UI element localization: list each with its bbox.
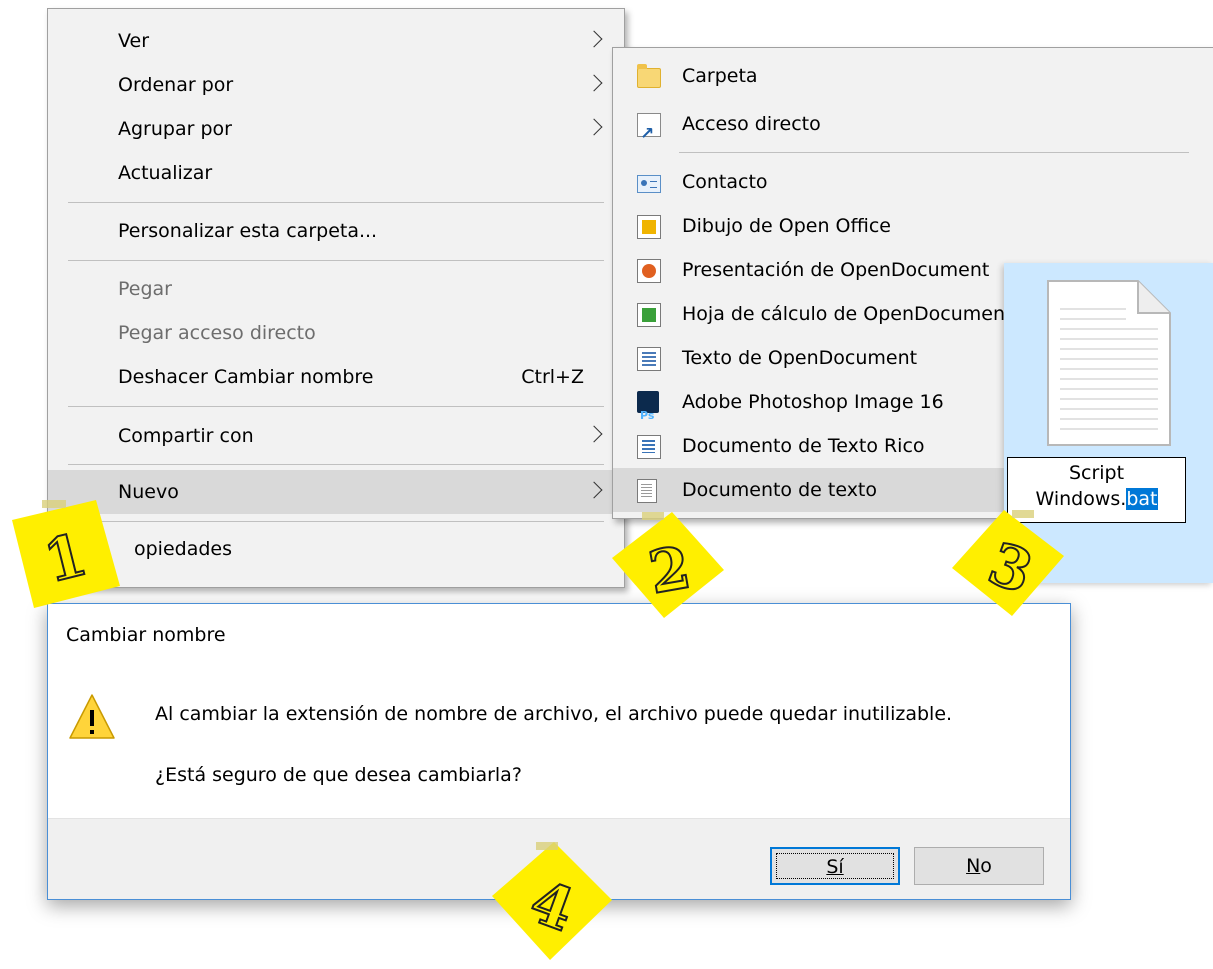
menu-item-label: Personalizar esta carpeta...: [118, 220, 378, 242]
menu-item-label: Ver: [118, 30, 150, 52]
menu-separator: [68, 464, 604, 465]
menu-item-deshacer-cambiar-nombre[interactable]: Deshacer Cambiar nombre Ctrl+Z: [48, 355, 624, 399]
no-button-label: No: [966, 855, 992, 877]
menu-item-pegar: Pegar: [48, 267, 624, 311]
submenu-item-label: Acceso directo: [682, 113, 821, 135]
dialog-message: Al cambiar la extensión de nombre de arc…: [155, 703, 953, 725]
warning-icon: [69, 694, 115, 739]
submenu-item-dibujo-open-office[interactable]: Dibujo de Open Office: [613, 204, 1213, 248]
menu-item-label: opiedades: [134, 538, 233, 560]
menu-separator: [68, 406, 604, 407]
menu-item-ver[interactable]: Ver: [48, 19, 624, 63]
chevron-right-icon: [585, 30, 603, 48]
text-file-icon: [1047, 280, 1171, 446]
dialog-question: ¿Está seguro de que desea cambiarla?: [155, 764, 522, 786]
submenu-item-acceso-directo[interactable]: Acceso directo: [613, 102, 1213, 156]
opendocument-presentation-icon: [637, 259, 661, 283]
menu-item-actualizar[interactable]: Actualizar: [48, 151, 624, 195]
submenu-item-label: Hoja de cálculo de OpenDocument: [682, 303, 1013, 325]
contact-icon: [637, 175, 661, 193]
step-note-1: 1: [8, 500, 120, 608]
photoshop-icon: [637, 391, 659, 438]
submenu-item-label: Documento de texto: [682, 479, 878, 501]
submenu-item-label: Adobe Photoshop Image 16: [682, 391, 944, 413]
menu-item-nuevo[interactable]: Nuevo: [48, 470, 624, 514]
context-menu: Ver Ordenar por Agrupar por Actualizar P…: [47, 8, 625, 588]
menu-item-pegar-acceso-directo: Pegar acceso directo: [48, 311, 624, 355]
submenu-item-label: Texto de OpenDocument: [682, 347, 918, 369]
step-note-3: 3: [952, 510, 1064, 616]
step-note-4: 4: [492, 842, 612, 960]
menu-item-label: Deshacer Cambiar nombre: [118, 366, 374, 388]
no-button[interactable]: No: [914, 847, 1044, 885]
menu-item-label: Pegar acceso directo: [118, 322, 316, 344]
submenu-item-label: Carpeta: [682, 65, 758, 87]
filename-extension-selected: bat: [1126, 488, 1158, 510]
chevron-right-icon: [585, 118, 603, 136]
chevron-right-icon: [585, 74, 603, 92]
menu-item-label: Actualizar: [118, 162, 213, 184]
menu-item-shortcut: Ctrl+Z: [521, 366, 584, 388]
menu-item-label: Agrupar por: [118, 118, 232, 140]
submenu-item-label: Documento de Texto Rico: [682, 435, 925, 457]
focus-outline: Sí: [776, 853, 894, 879]
filename-base: Windows.: [1035, 488, 1127, 510]
menu-item-agrupar-por[interactable]: Agrupar por: [48, 107, 624, 151]
menu-separator: [68, 260, 604, 261]
submenu-item-label: Dibujo de Open Office: [682, 215, 891, 237]
submenu-item-label: Presentación de OpenDocument: [682, 259, 990, 281]
menu-item-ordenar-por[interactable]: Ordenar por: [48, 63, 624, 107]
rich-text-icon: [637, 435, 661, 459]
yes-button-label: Sí: [826, 856, 844, 878]
chevron-right-icon: [585, 425, 603, 443]
menu-separator: [68, 202, 604, 203]
submenu-item-contacto[interactable]: Contacto: [613, 160, 1213, 204]
submenu-item-label: Contacto: [682, 171, 768, 193]
shortcut-icon: [637, 112, 661, 156]
menu-item-compartir-con[interactable]: Compartir con: [48, 414, 624, 458]
menu-item-label: Compartir con: [118, 425, 254, 447]
menu-separator: [68, 521, 604, 522]
dialog-title: Cambiar nombre: [66, 624, 226, 646]
menu-item-personalizar-carpeta[interactable]: Personalizar esta carpeta...: [48, 209, 624, 253]
text-document-icon: [637, 479, 657, 503]
step-note-2: 2: [612, 512, 724, 618]
chevron-right-icon: [585, 481, 603, 499]
filename-line-1: Script: [1068, 462, 1125, 484]
menu-item-label: Ordenar por: [118, 74, 234, 96]
opendocument-text-icon: [637, 347, 661, 371]
opendocument-spreadsheet-icon: [637, 303, 661, 327]
folder-icon: [637, 64, 661, 88]
menu-item-label: Pegar: [118, 278, 172, 300]
menu-separator: [679, 152, 1189, 153]
opendocument-drawing-icon: [637, 215, 661, 239]
yes-button[interactable]: Sí: [770, 847, 900, 885]
filename-line-2: Windows.bat: [1008, 486, 1185, 512]
submenu-item-carpeta[interactable]: Carpeta: [613, 54, 1213, 98]
menu-item-propiedades[interactable]: opiedades: [48, 527, 624, 571]
